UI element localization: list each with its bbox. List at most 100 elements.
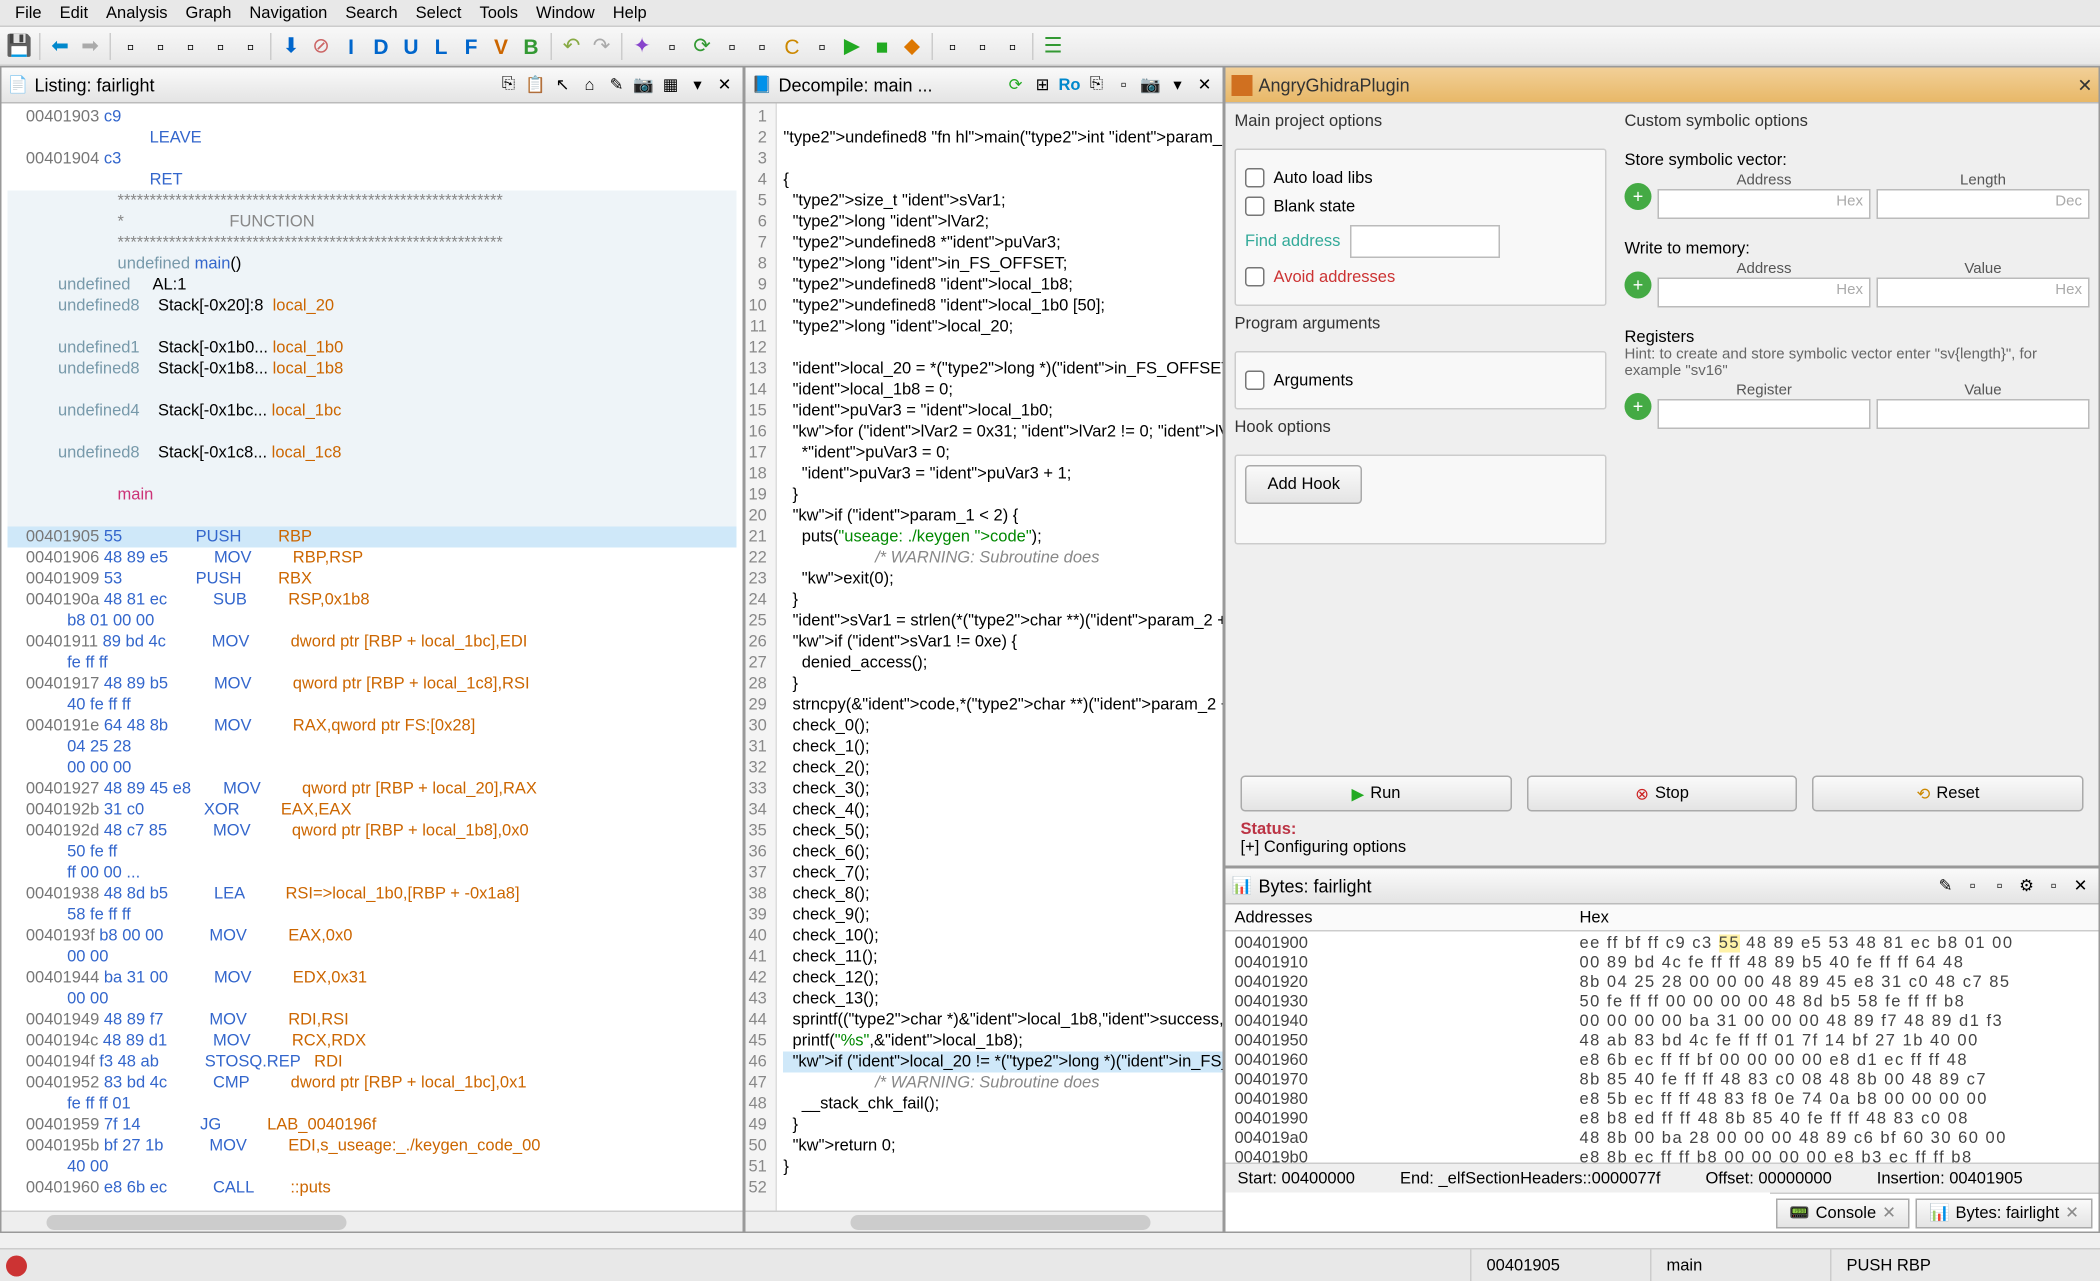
avoid-addr-checkbox[interactable] — [1245, 267, 1265, 287]
camera-icon[interactable]: 📷 — [1139, 73, 1163, 97]
forward-icon[interactable]: ➡ — [77, 32, 104, 59]
menu-help[interactable]: Help — [604, 4, 656, 22]
tool-icon[interactable]: ▫ — [1961, 874, 1985, 898]
status-func: main — [1650, 1250, 1830, 1281]
tool-icon[interactable]: ▫ — [177, 32, 204, 59]
close-icon[interactable]: ✕ — [1882, 1203, 1896, 1223]
reg-value-input[interactable] — [1877, 399, 2090, 429]
home-icon[interactable]: ⌂ — [578, 73, 602, 97]
tool-icon[interactable]: ▫ — [719, 32, 746, 59]
wand-icon[interactable]: ✦ — [629, 32, 656, 59]
edit-icon[interactable]: ✎ — [1934, 874, 1958, 898]
redo-icon[interactable]: ↷ — [588, 32, 615, 59]
arguments-checkbox[interactable] — [1245, 371, 1265, 391]
menu-select[interactable]: Select — [407, 4, 471, 22]
auto-load-label: Auto load libs — [1274, 169, 1373, 187]
stop2-icon[interactable]: ■ — [869, 32, 896, 59]
decompile-code[interactable]: "type2">undefined8 "fn hl">main("type2">… — [777, 104, 1222, 1211]
field-icon[interactable]: ▦ — [659, 73, 683, 97]
graph-icon[interactable]: ⊞ — [1031, 73, 1055, 97]
decompile-scroll-x[interactable] — [746, 1211, 1223, 1232]
letter-i-icon[interactable]: I — [338, 32, 365, 59]
add-mem-button[interactable]: + — [1625, 271, 1652, 298]
tool-icon[interactable]: ▫ — [117, 32, 144, 59]
auto-load-checkbox[interactable] — [1245, 168, 1265, 188]
bytes-offset: Offset: 00000000 — [1705, 1169, 1831, 1187]
menu-navigation[interactable]: Navigation — [240, 4, 336, 22]
tool-icon[interactable]: ▫ — [659, 32, 686, 59]
close-icon[interactable]: ✕ — [2069, 874, 2093, 898]
menu-tools[interactable]: Tools — [471, 4, 528, 22]
tool-icon[interactable]: ▫ — [969, 32, 996, 59]
listing-panel: 📄 Listing: fairlight ⎘ 📋 ↖ ⌂ ✎ 📷 ▦ ▾ ✕ 0… — [0, 66, 744, 1233]
tool-icon[interactable]: ▫ — [749, 32, 776, 59]
close-icon[interactable]: ✕ — [713, 73, 737, 97]
settings-icon[interactable]: ▫ — [1112, 73, 1136, 97]
mem-address-input[interactable]: Hex — [1658, 278, 1871, 308]
listing-scroll-x[interactable] — [2, 1211, 743, 1232]
tool-icon[interactable]: ⟳ — [689, 32, 716, 59]
letter-v-icon[interactable]: V — [488, 32, 515, 59]
stop-icon[interactable]: ⊘ — [308, 32, 335, 59]
decompile-body[interactable]: 1234567891011121314151617181920212223242… — [746, 104, 1223, 1211]
refresh-icon[interactable]: ⟳ — [1004, 73, 1028, 97]
ro-toggle[interactable]: Ro — [1058, 73, 1082, 97]
mem-value-input[interactable]: Hex — [1877, 278, 2090, 308]
bytes-body[interactable]: 00401900ee ff bf ff c9 c3 55 48 89 e5 53… — [1226, 932, 2099, 1163]
vec-length-input[interactable]: Dec — [1877, 189, 2090, 219]
add-hook-button[interactable]: Add Hook — [1245, 465, 1362, 504]
menu-search[interactable]: Search — [336, 4, 406, 22]
paste-icon[interactable]: 📋 — [524, 73, 548, 97]
letter-d-icon[interactable]: D — [368, 32, 395, 59]
listing-body[interactable]: 00401903 c9 LEAVE 00401904 c3 RET ******… — [2, 104, 743, 1211]
letter-b-icon[interactable]: B — [518, 32, 545, 59]
tool-icon[interactable]: C — [779, 32, 806, 59]
menu-analysis[interactable]: Analysis — [97, 4, 176, 22]
letter-l-icon[interactable]: L — [428, 32, 455, 59]
tool-icon[interactable]: ▫ — [999, 32, 1026, 59]
copy-icon[interactable]: ⎘ — [1085, 73, 1109, 97]
tool-icon[interactable]: ▫ — [2042, 874, 2066, 898]
reg-name-input[interactable] — [1658, 399, 1871, 429]
add-vector-button[interactable]: + — [1625, 182, 1652, 209]
close-icon[interactable]: ✕ — [1193, 73, 1217, 97]
camera-icon[interactable]: 📷 — [632, 73, 656, 97]
edit-icon[interactable]: ✎ — [605, 73, 629, 97]
script-icon[interactable]: ☰ — [1040, 32, 1067, 59]
save-icon[interactable]: 💾 — [6, 32, 33, 59]
tool-icon[interactable]: ▫ — [809, 32, 836, 59]
letter-u-icon[interactable]: U — [398, 32, 425, 59]
stop-button[interactable]: ⊗Stop — [1527, 776, 1798, 812]
diamond-icon[interactable]: ◆ — [899, 32, 926, 59]
letter-f-icon[interactable]: F — [458, 32, 485, 59]
down-icon[interactable]: ⬇ — [278, 32, 305, 59]
cursor-icon[interactable]: ↖ — [551, 73, 575, 97]
menu-window[interactable]: Window — [527, 4, 604, 22]
dropdown-icon[interactable]: ▾ — [686, 73, 710, 97]
tool-icon[interactable]: ▫ — [939, 32, 966, 59]
tool-icon[interactable]: ▫ — [207, 32, 234, 59]
console-tab[interactable]: 📟Console✕ — [1776, 1198, 1910, 1228]
tool-icon[interactable]: ▫ — [147, 32, 174, 59]
menu-file[interactable]: File — [6, 4, 51, 22]
close-icon[interactable]: ✕ — [2065, 1203, 2079, 1223]
blank-state-checkbox[interactable] — [1245, 197, 1265, 217]
dropdown-icon[interactable]: ▾ — [1166, 73, 1190, 97]
run-button[interactable]: ▶Run — [1241, 776, 1512, 812]
add-reg-button[interactable]: + — [1625, 392, 1652, 419]
close-icon[interactable]: ✕ — [2077, 74, 2092, 95]
reset-button[interactable]: ⟲Reset — [1813, 776, 2084, 812]
copy-icon[interactable]: ⎘ — [497, 73, 521, 97]
settings-icon[interactable]: ⚙ — [2015, 874, 2039, 898]
tool-icon[interactable]: ▫ — [237, 32, 264, 59]
menu-edit[interactable]: Edit — [51, 4, 97, 22]
undo-icon[interactable]: ↶ — [558, 32, 585, 59]
find-addr-input[interactable] — [1349, 225, 1499, 258]
vec-address-input[interactable]: Hex — [1658, 189, 1871, 219]
back-icon[interactable]: ⬅ — [47, 32, 74, 59]
listing-title: Listing: fairlight — [35, 74, 155, 95]
play-icon[interactable]: ▶ — [839, 32, 866, 59]
bytes-tab[interactable]: 📊Bytes: fairlight✕ — [1915, 1198, 2092, 1228]
tool-icon[interactable]: ▫ — [1988, 874, 2012, 898]
menu-graph[interactable]: Graph — [177, 4, 241, 22]
